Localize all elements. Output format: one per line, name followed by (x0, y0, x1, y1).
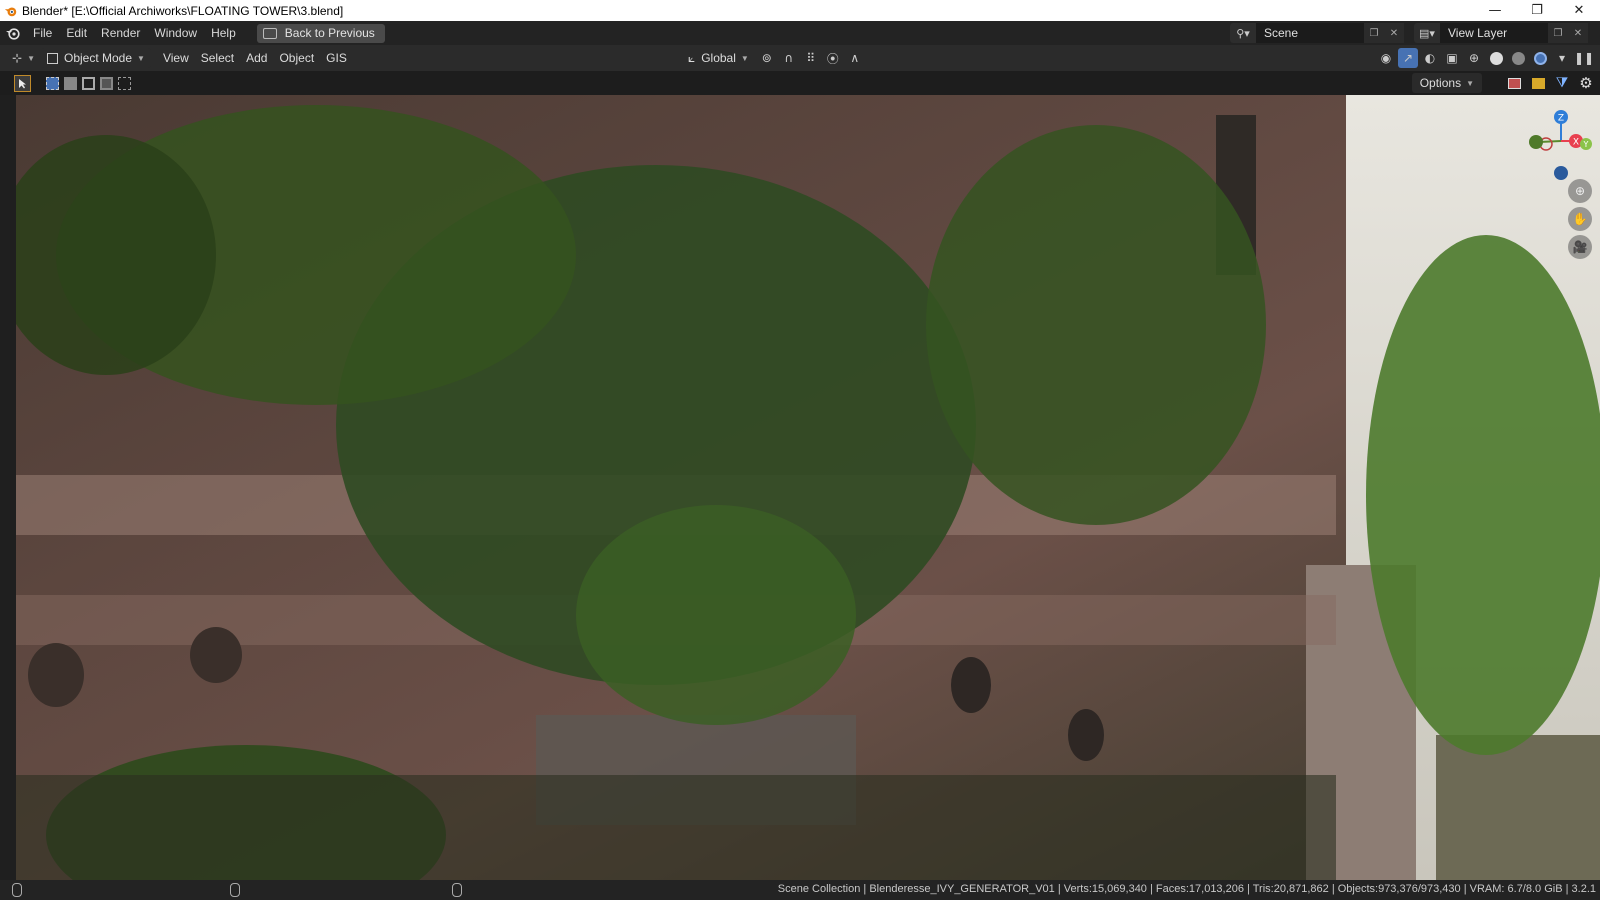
new-scene-icon[interactable]: ❐ (1364, 23, 1384, 43)
menu-edit[interactable]: Edit (59, 21, 94, 45)
object-type-visibility-icon[interactable] (1504, 73, 1524, 93)
gizmo-x-label: X (1573, 138, 1579, 148)
remove-view-layer-icon[interactable]: ✕ (1568, 23, 1588, 43)
minimize-button[interactable]: — (1474, 0, 1516, 21)
blender-logo-icon[interactable] (0, 21, 26, 45)
scene-icon[interactable]: ⚲▾ (1230, 23, 1256, 43)
screen-icon (262, 27, 277, 39)
gizmo-neg-y-axis (1529, 135, 1543, 149)
select-extend-icon[interactable] (62, 75, 79, 92)
gizmo-y-label: Y (1583, 140, 1589, 149)
remove-scene-icon[interactable]: ✕ (1384, 23, 1404, 43)
settings-gear-icon[interactable]: ⚙ (1576, 73, 1596, 93)
snap-element-icon[interactable]: ⠿ (801, 48, 821, 68)
overlay-toggle-icons: ⧩ ⚙ (1504, 73, 1596, 93)
options-dropdown[interactable]: Options ▼ (1411, 73, 1482, 93)
transform-orientation-label: Global (701, 51, 736, 65)
window-controls: — ❐ ✕ (1474, 0, 1600, 21)
view-layer-icon[interactable]: ▤▾ (1414, 23, 1440, 43)
menu-select[interactable]: Select (195, 48, 240, 68)
editor-type-icon: ⊹ (12, 51, 23, 65)
select-invert-icon[interactable] (98, 75, 115, 92)
mouse-right-icon (452, 883, 462, 897)
navigation-gizmo[interactable]: Z X Y (1514, 101, 1594, 181)
view-layer-selector: ▤▾ View Layer ❐ ✕ (1414, 23, 1588, 43)
blender-app-icon (4, 7, 17, 16)
options-label: Options (1419, 76, 1462, 90)
object-mode-label: Object Mode (63, 51, 133, 65)
orientation-icon: ⟀ (688, 50, 696, 65)
mouse-middle-icon (230, 883, 240, 897)
wireframe-shading-icon[interactable]: ⊕ (1464, 48, 1484, 68)
select-subtract-icon[interactable] (80, 75, 97, 92)
material-shading-icon[interactable] (1508, 48, 1528, 68)
object-mode-dropdown[interactable]: Object Mode ▼ (40, 48, 151, 68)
transform-orientation-dropdown[interactable]: ⟀ Global ▼ (682, 48, 755, 68)
gizmo-neg-z-axis (1554, 166, 1568, 180)
transform-tools: ⟀ Global ▼ ⊚ ∩ ⠿ ⦿ ∧ (682, 48, 865, 68)
top-menubar: File Edit Render Window Help Back to Pre… (0, 21, 1600, 45)
falloff-icon[interactable]: ∧ (845, 48, 865, 68)
back-to-previous-button[interactable]: Back to Previous (256, 23, 385, 43)
gizmo-toggle-icon[interactable]: ↗ (1398, 48, 1418, 68)
filter-icon[interactable]: ⧩ (1552, 73, 1572, 93)
scene-statistics: Scene Collection | Blenderesse_IVY_GENER… (777, 883, 1596, 895)
window-titlebar: Blender* [E:\Official Archiworks\FLOATIN… (0, 0, 1600, 21)
menu-object[interactable]: Object (273, 48, 320, 68)
snap-toggle-icon[interactable]: ∩ (779, 48, 799, 68)
menu-gis[interactable]: GIS (320, 48, 353, 68)
overlays-icon[interactable]: ◐ (1420, 48, 1440, 68)
xray-icon[interactable]: ▣ (1442, 48, 1462, 68)
menu-render[interactable]: Render (94, 21, 147, 45)
editor-type-dropdown[interactable]: ⊹ ▼ (0, 48, 41, 68)
solid-shading-icon[interactable] (1486, 48, 1506, 68)
rendered-scene (16, 95, 1600, 880)
toolbar-strip (0, 95, 16, 880)
tool-settings-header: Options ▼ ⧩ ⚙ (0, 71, 1600, 95)
visibility-icon[interactable]: ◉ (1376, 48, 1396, 68)
window-title: Blender* [E:\Official Archiworks\FLOATIN… (22, 3, 344, 18)
menu-add[interactable]: Add (240, 48, 273, 68)
status-bar: Scene Collection | Blenderesse_IVY_GENER… (0, 880, 1600, 900)
scene-selector: ⚲▾ Scene ❐ ✕ (1230, 23, 1404, 43)
restore-button[interactable]: ❐ (1516, 0, 1558, 21)
3d-viewport[interactable]: Options ▼ ⧩ ⚙ Z X Y ⊕ ✋ 🎥 (0, 71, 1600, 880)
new-view-layer-icon[interactable]: ❐ (1548, 23, 1568, 43)
shading-options-icon[interactable]: ▾ (1552, 48, 1572, 68)
back-to-previous-label: Back to Previous (284, 26, 375, 40)
select-new-icon[interactable] (44, 75, 61, 92)
menu-window[interactable]: Window (147, 21, 204, 45)
proportional-edit-icon[interactable]: ⦿ (823, 48, 843, 68)
menu-view[interactable]: View (157, 48, 195, 68)
menu-help[interactable]: Help (204, 21, 243, 45)
rendered-scene-image (16, 95, 1600, 880)
viewport-header: ⊹ ▼ Object Mode ▼ View Select Add Object G… (0, 45, 1600, 71)
blender-window: Blender* [E:\Official Archiworks\FLOATIN… (0, 0, 1600, 900)
view-layer-name-field[interactable]: View Layer (1440, 26, 1548, 40)
pause-render-icon[interactable]: ❚❚ (1574, 48, 1594, 68)
rendered-shading-icon[interactable] (1530, 48, 1550, 68)
object-mode-icon (46, 52, 58, 64)
select-intersect-icon[interactable] (116, 75, 133, 92)
pivot-point-icon[interactable]: ⊚ (757, 48, 777, 68)
gizmo-z-label: Z (1558, 114, 1564, 124)
viewport-display-tools: ◉ ↗ ◐ ▣ ⊕ ▾ ❚❚ (1376, 48, 1594, 68)
close-button[interactable]: ✕ (1558, 0, 1600, 21)
tweak-tool-icon[interactable] (14, 74, 31, 92)
zoom-view-icon[interactable]: ⊕ (1568, 179, 1592, 203)
menu-file[interactable]: File (26, 21, 59, 45)
collection-icon[interactable] (1528, 73, 1548, 93)
scene-name-field[interactable]: Scene (1256, 26, 1364, 40)
mouse-left-icon (12, 883, 22, 897)
pan-view-icon[interactable]: ✋ (1568, 207, 1592, 231)
camera-view-icon[interactable]: 🎥 (1568, 235, 1592, 259)
